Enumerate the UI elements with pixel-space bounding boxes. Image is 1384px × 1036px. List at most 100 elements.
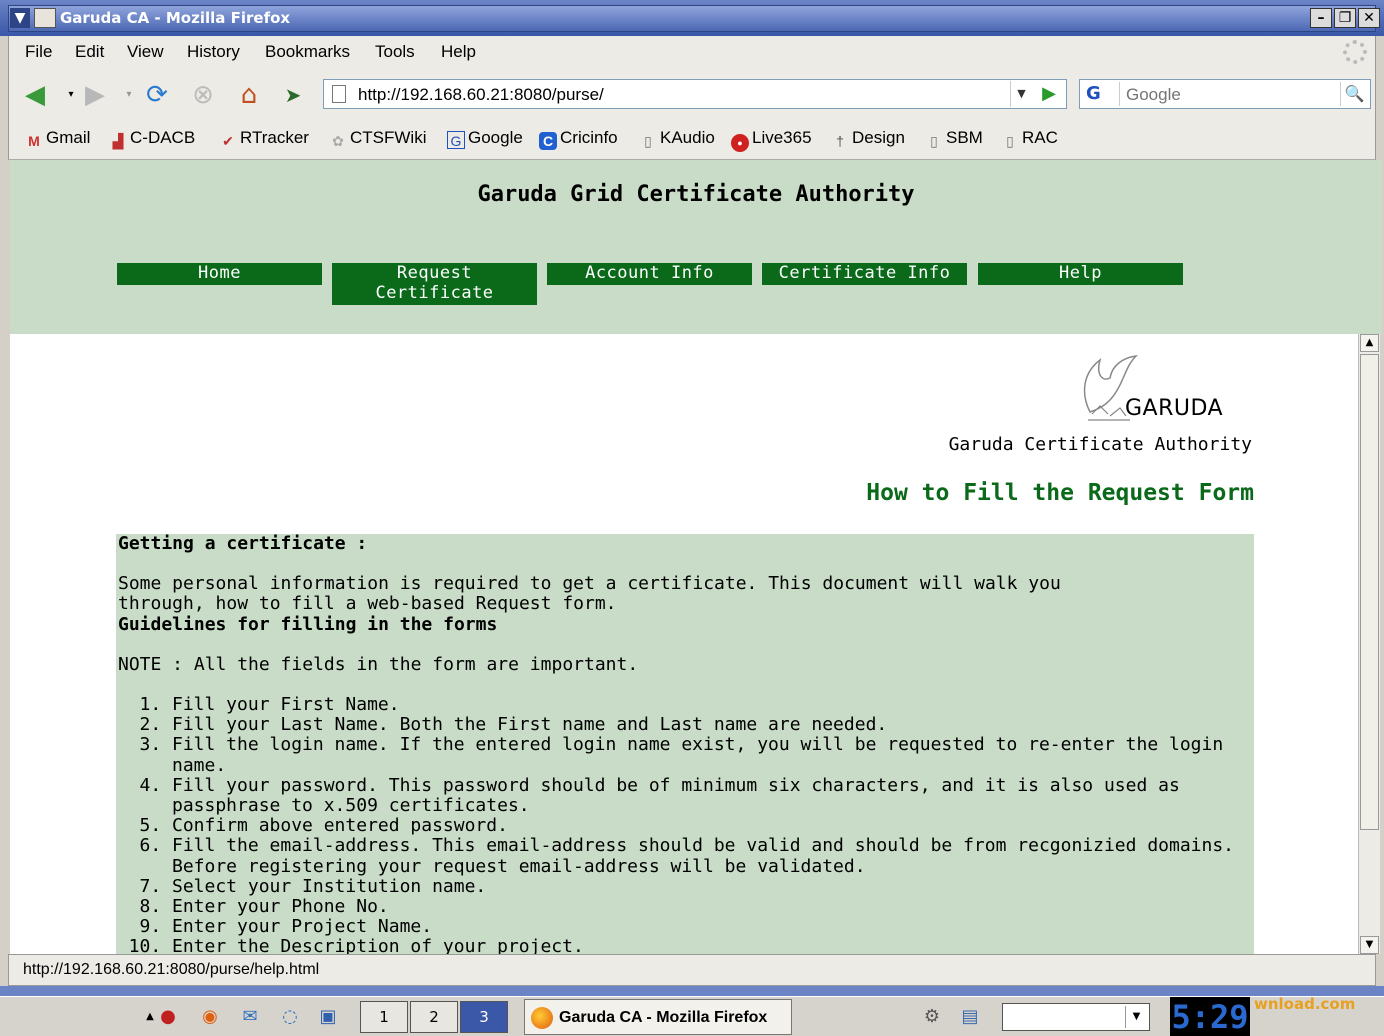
bookmark-kaudio[interactable]: ▯ KAudio [639, 128, 715, 150]
email-launcher-icon[interactable]: ✉ [238, 1005, 262, 1029]
google-icon: G [447, 131, 465, 149]
app-icon [34, 8, 56, 28]
tray-select[interactable]: ▼ [1002, 1003, 1150, 1031]
window-titlebar: ▼ Garuda CA - Mozilla Firefox – ❐ ✕ [0, 0, 1384, 36]
menu-bookmarks[interactable]: Bookmarks [265, 42, 350, 62]
minimize-icon[interactable]: – [1310, 8, 1332, 28]
url-text[interactable]: http://192.168.60.21:8080/purse/ [358, 85, 604, 105]
bookmark-design[interactable]: † Design [831, 128, 905, 150]
redhat-icon[interactable]: ● [156, 1005, 180, 1029]
workspace-2[interactable]: 2 [410, 1001, 458, 1033]
search-icon[interactable]: 🔍 [1340, 82, 1368, 106]
bookmark-rac[interactable]: ▯ RAC [1001, 128, 1058, 150]
back-icon[interactable]: ◀ [19, 80, 51, 110]
taskbar-firefox-button[interactable]: Garuda CA - Mozilla Firefox [524, 999, 792, 1035]
live365-icon: ● [731, 134, 749, 152]
firefox-launcher-icon[interactable]: ◉ [198, 1005, 222, 1029]
workspace-1[interactable]: 1 [360, 1001, 408, 1033]
list-item: Enter the Description of your project. [172, 937, 1254, 954]
garuda-bird-icon[interactable]: ➤ [277, 80, 309, 110]
list-item: Enter your Phone No. [172, 896, 1254, 917]
page-icon: ▯ [1006, 133, 1014, 149]
chevron-down-icon[interactable]: ▼ [1125, 1006, 1147, 1028]
bookmark-sbm[interactable]: ▯ SBM [925, 128, 983, 150]
bookmark-label: KAudio [660, 128, 715, 147]
check-icon: ✔ [222, 133, 234, 149]
list-item: Fill the login name. If the entered logi… [172, 735, 1254, 776]
window-menu-icon[interactable]: ▼ [10, 8, 30, 28]
design-icon: † [836, 133, 844, 149]
vertical-scrollbar[interactable]: ▲ ▼ [1358, 334, 1380, 954]
menu-history[interactable]: History [187, 42, 240, 62]
wiki-icon: ✿ [332, 133, 344, 149]
bookmark-label: SBM [946, 128, 983, 147]
desktop-launcher-icon[interactable]: ▣ [316, 1005, 340, 1029]
scroll-up-icon[interactable]: ▲ [1360, 334, 1379, 352]
menubar: File Edit View History Bookmarks Tools H… [8, 36, 1376, 70]
workspace-3[interactable]: 3 [460, 1001, 508, 1033]
bookmark-ctsfwiki[interactable]: ✿ CTSFWiki [329, 128, 426, 150]
list-item: Enter your Project Name. [172, 917, 1254, 937]
close-icon[interactable]: ✕ [1358, 8, 1380, 28]
url-dropdown-icon[interactable]: ▼ [1010, 81, 1032, 107]
nav-help-button[interactable]: Help [978, 263, 1183, 285]
page-icon: ▯ [930, 133, 938, 149]
page-title: Garuda Grid Certificate Authority [477, 182, 915, 207]
nav-home-button[interactable]: Home [117, 263, 322, 285]
list-item: Fill the email-address. This email-addre… [172, 836, 1254, 877]
scrollbar-thumb[interactable] [1360, 354, 1379, 830]
gmail-icon: M [28, 133, 40, 149]
search-engine-icon[interactable]: G [1082, 82, 1120, 106]
forward-icon[interactable]: ▶ [79, 80, 111, 110]
bookmark-rtracker[interactable]: ✔ RTracker [219, 128, 309, 150]
menu-help[interactable]: Help [441, 42, 476, 62]
status-text: http://192.168.60.21:8080/purse/help.htm… [23, 961, 320, 978]
bookmark-live365[interactable]: ● Live365 [731, 128, 812, 152]
home-icon[interactable]: ⌂ [233, 80, 265, 110]
bookmark-label: RAC [1022, 128, 1058, 147]
bookmark-label: Gmail [46, 128, 91, 147]
menu-tools[interactable]: Tools [375, 42, 415, 62]
guide-guidelines-heading: Guidelines for filling in the forms [118, 613, 498, 635]
bookmark-google[interactable]: G Google [447, 128, 523, 149]
menu-edit[interactable]: Edit [75, 42, 104, 62]
guide-steps-list: Fill your First Name. Fill your Last Nam… [172, 694, 1254, 954]
bookmark-gmail[interactable]: M Gmail [25, 128, 90, 150]
bookmark-label: Live365 [752, 128, 812, 147]
window-title: Garuda CA - Mozilla Firefox [60, 9, 291, 27]
screen: ▼ Garuda CA - Mozilla Firefox – ❐ ✕ File… [0, 0, 1384, 1036]
nav-request-certificate-button[interactable]: Request Certificate [332, 263, 537, 305]
page-icon: ▯ [644, 133, 652, 149]
watermark: wnload.com [1254, 995, 1356, 1013]
chat-launcher-icon[interactable]: ◌ [278, 1005, 302, 1029]
chart-icon: ▟ [112, 133, 124, 149]
taskbar: ▲ ● ◉ ✉ ◌ ▣ 1 2 3 Garuda CA - Mozilla Fi… [0, 995, 1384, 1036]
bookmark-cricinfo[interactable]: C Cricinfo [539, 128, 618, 150]
cricinfo-icon: C [539, 132, 557, 150]
menu-file[interactable]: File [25, 42, 52, 62]
stop-icon[interactable]: ⊗ [187, 80, 219, 110]
guide-heading: Getting a certificate : [118, 533, 368, 554]
reload-icon[interactable]: ⟳ [141, 80, 173, 110]
network-tray-icon[interactable]: ⚙ [920, 1005, 944, 1029]
list-item: Fill your First Name. [172, 694, 1254, 715]
statusbar: http://192.168.60.21:8080/purse/help.htm… [8, 954, 1376, 986]
bookmark-cdacb[interactable]: ▟ C-DACB [109, 128, 196, 150]
scroll-down-icon[interactable]: ▼ [1360, 936, 1379, 954]
go-icon[interactable]: ▶ [1036, 82, 1062, 106]
menu-view[interactable]: View [127, 42, 164, 62]
page-icon [332, 85, 346, 103]
search-input[interactable] [1126, 84, 1326, 106]
update-tray-icon[interactable]: ▤ [958, 1005, 982, 1029]
nav-account-info-button[interactable]: Account Info [547, 263, 752, 285]
nav-request-line2: Certificate [375, 283, 494, 303]
nav-certificate-info-button[interactable]: Certificate Info [762, 263, 967, 285]
bookmark-label: C-DACB [130, 128, 196, 147]
restore-icon[interactable]: ❐ [1334, 8, 1356, 28]
firefox-icon [531, 1007, 553, 1029]
ca-subtitle: Garuda Certificate Authority [948, 434, 1252, 455]
bookmark-label: Google [468, 128, 523, 147]
search-bar[interactable]: G 🔍 [1079, 79, 1371, 109]
throbber-icon [1343, 40, 1367, 64]
url-bar[interactable]: http://192.168.60.21:8080/purse/ ▼ ▶ [323, 79, 1067, 109]
